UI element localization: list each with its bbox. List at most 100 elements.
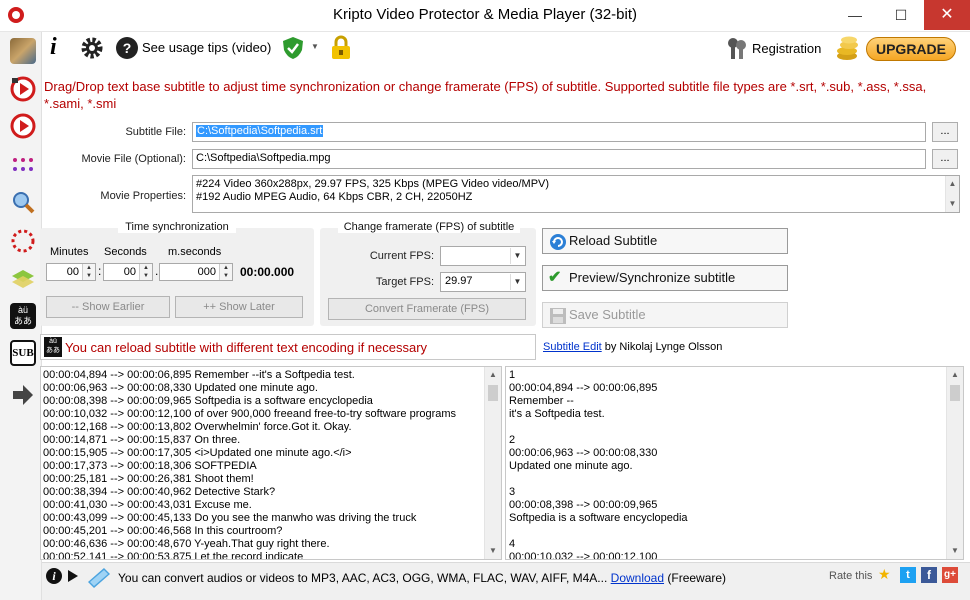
facebook-icon[interactable]: f [921,567,937,583]
arrow-right-icon[interactable] [10,382,36,408]
lock-icon[interactable] [330,35,352,64]
scroll-down-icon[interactable]: ▼ [946,196,959,212]
refresh-icon [549,233,567,259]
scroll-thumb[interactable] [488,385,498,401]
subtitle-block-line: 3 [509,486,516,498]
subtitle-edit-link[interactable]: Subtitle Edit [543,341,602,353]
browse-subtitle-button[interactable]: ... [932,122,958,142]
current-fps-select[interactable]: ▼ [440,246,526,266]
right-scrollbar[interactable]: ▲ ▼ [946,367,963,559]
preview-subtitle-button[interactable]: ✔ Preview/Synchronize subtitle [542,265,788,291]
info-icon[interactable]: i [46,568,62,584]
encoding-icon: àü ああ [44,337,62,357]
minutes-spinner[interactable]: 00 ▲ ▼ [46,263,96,281]
status-text: You can convert audios or videos to MP3,… [118,571,608,585]
scroll-thumb[interactable] [950,385,960,401]
subtitle-block-line: Softpedia is a software encyclopedia [509,512,688,524]
video-protect-icon[interactable] [10,76,36,102]
show-later-button[interactable]: ++ Show Later [175,296,303,318]
target-fps-label: Target FPS: [375,276,434,288]
scroll-up-icon[interactable]: ▲ [946,176,959,192]
media-library-icon[interactable] [10,38,36,64]
ms-spin-arrows[interactable]: ▲ ▼ [219,264,232,280]
encoding-message-box: àü ああ You can reload subtitle with diffe… [40,334,536,360]
subtitle-line[interactable]: 00:00:04,894 --> 00:00:06,895 Remember -… [43,369,501,382]
layers-icon[interactable] [10,266,36,292]
minutes-value: 00 [66,266,79,278]
left-scrollbar[interactable]: ▲ ▼ [484,367,501,559]
subtitle-line[interactable]: 00:00:41,030 --> 00:00:43,031 Excuse me. [43,499,501,512]
play-next-icon[interactable] [66,568,80,587]
movie-file-field[interactable]: C:\Softpedia\Softpedia.mpg [192,149,926,169]
close-button[interactable]: ✕ [924,0,970,30]
subtitle-line[interactable]: 00:00:14,871 --> 00:00:15,837 On three. [43,434,501,447]
subtitle-block-line: 00:00:04,894 --> 00:00:06,895 [509,382,658,394]
ms-spinner[interactable]: 000 ▲ ▼ [159,263,233,281]
subtitle-line[interactable]: 00:00:43,099 --> 00:00:45,133 Do you see… [43,512,501,525]
minutes-spin-arrows[interactable]: ▲ ▼ [82,264,95,280]
gear-icon[interactable] [80,36,104,63]
ms-value: 000 [197,266,216,278]
help-icon[interactable]: ? [116,37,138,59]
seconds-spinner[interactable]: 00 ▲ ▼ [103,263,153,281]
twitter-icon[interactable]: t [900,567,916,583]
subtitle-line[interactable]: 00:00:46,636 --> 00:00:48,670 Y-yeah.Tha… [43,538,501,551]
subtitle-lines: 00:00:04,894 --> 00:00:06,895 Remember -… [43,369,501,559]
movie-properties-box[interactable]: #224 Video 360x288px, 29.97 FPS, 325 Kbp… [192,175,960,213]
subtitle-line[interactable]: 00:00:10,032 --> 00:00:12,100 of over 90… [43,408,501,421]
chevron-down-icon[interactable]: ▼ [311,42,319,51]
subtitle-line[interactable]: 00:00:06,963 --> 00:00:08,330 Updated on… [43,382,501,395]
scroll-up-icon[interactable]: ▲ [947,367,963,383]
record-icon[interactable] [10,228,36,254]
coins-icon [835,34,863,65]
google-plus-icon[interactable]: g+ [942,567,958,583]
show-earlier-button[interactable]: -- Show Earlier [46,296,170,318]
rate-this-label: Rate this [829,570,873,582]
upgrade-button[interactable]: UPGRADE [866,37,956,61]
subtitle-line[interactable]: 00:00:38,394 --> 00:00:40,962 Detective … [43,486,501,499]
target-fps-select[interactable]: 29.97 ▼ [440,272,526,292]
subtitle-block-line: 00:00:06,963 --> 00:00:08,330 [509,447,658,459]
subtitle-line[interactable]: 00:00:15,905 --> 00:00:17,305 <i>Updated… [43,447,501,460]
chevron-down-icon[interactable]: ▼ [510,274,524,290]
play-icon[interactable] [10,113,36,139]
info-icon[interactable]: i [50,34,68,62]
usage-tips-link[interactable]: See usage tips (video) [142,40,271,55]
reload-subtitle-button[interactable]: Reload Subtitle [542,228,788,254]
subtitle-line[interactable]: 00:00:17,373 --> 00:00:18,306 SOFTPEDIA [43,460,501,473]
save-icon [549,307,567,333]
chevron-down-icon[interactable]: ▼ [510,248,524,264]
scroll-down-icon[interactable]: ▼ [485,543,501,559]
subtitle-line[interactable]: 00:00:12,168 --> 00:00:13,802 Overwhelmi… [43,421,501,434]
scroll-down-icon[interactable]: ▼ [947,543,963,559]
browse-movie-button[interactable]: ... [932,149,958,169]
scroll-up-icon[interactable]: ▲ [485,367,501,383]
subtitle-tool-icon[interactable]: SUB [10,340,36,366]
subtitle-raw-list[interactable]: 00:00:04,894 --> 00:00:06,895 Remember -… [40,366,502,560]
seconds-spin-arrows[interactable]: ▲ ▼ [139,264,152,280]
minimize-button[interactable]: — [832,0,878,30]
subtitle-line[interactable]: 00:00:52,141 --> 00:00:53,875 Let the re… [43,551,501,559]
seconds-value: 00 [123,266,136,278]
subtitle-line[interactable]: 00:00:25,181 --> 00:00:26,381 Shoot them… [43,473,501,486]
subtitle-line[interactable]: 00:00:45,201 --> 00:00:46,568 In this co… [43,525,501,538]
save-subtitle-button[interactable]: Save Subtitle [542,302,788,328]
search-media-icon[interactable] [10,189,36,215]
dots-tools-icon[interactable] [10,152,36,178]
subtitle-block-line: Updated one minute ago. [509,460,633,472]
encoding-icon[interactable]: àü ああ [10,303,36,329]
subtitle-formatted-list[interactable]: 1 00:00:04,894 --> 00:00:06,895 Remember -… [505,366,964,560]
registration-link[interactable]: Registration [752,41,821,56]
maximize-button[interactable]: ☐ [878,0,924,30]
checkmark-icon: ✔ [548,269,562,286]
star-icon[interactable]: ★ [878,566,891,583]
download-link[interactable]: Download [611,571,664,585]
subtitle-block-line: Remember -- [509,395,574,407]
convert-framerate-button[interactable]: Convert Framerate (FPS) [328,298,526,320]
properties-scrollbar[interactable]: ▲ ▼ [945,176,959,212]
keys-icon[interactable] [726,36,748,63]
colon-separator: : [98,264,102,278]
shield-icon[interactable] [282,36,304,63]
subtitle-line[interactable]: 00:00:08,398 --> 00:00:09,965 Softpedia … [43,395,501,408]
subtitle-file-field[interactable]: C:\Softpedia\Softpedia.srt [192,122,926,142]
